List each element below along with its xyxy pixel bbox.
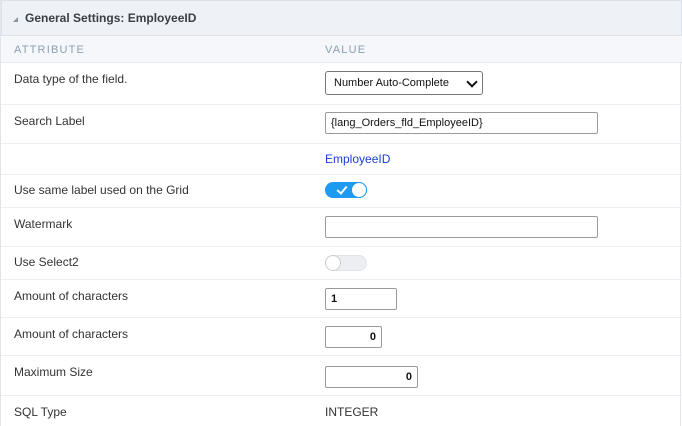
chevron-down-icon (466, 76, 478, 88)
search-label-input[interactable]: {lang_Orders_fld_EmployeeID} (325, 112, 598, 134)
panel-title: General Settings: EmployeeID (25, 11, 197, 25)
select2-toggle[interactable] (325, 255, 367, 271)
field-name-link[interactable]: EmployeeID (325, 152, 390, 166)
row-same-label: Use same label used on the Grid (1, 175, 682, 208)
same-label-label: Use same label used on the Grid (14, 183, 189, 197)
maximum-size-value: 0 (405, 371, 412, 383)
maximum-size-input[interactable]: 0 (325, 366, 418, 388)
amount-characters-input[interactable]: 0 (325, 326, 382, 348)
row-data-type: Data type of the field. Number Auto-Comp… (1, 63, 682, 105)
sql-type-value: INTEGER (325, 405, 379, 419)
row-search-label: Search Label {lang_Orders_fld_EmployeeID… (1, 105, 682, 144)
row-field-link: EmployeeID (1, 144, 682, 175)
amount-characters-label: Amount of characters (14, 327, 129, 341)
amount-characters-input[interactable]: 1 (325, 288, 397, 310)
row-amount-characters-1: Amount of characters 1 (1, 280, 682, 318)
search-label-value: {lang_Orders_fld_EmployeeID} (331, 117, 483, 129)
toggle-knob (351, 182, 367, 198)
select2-label: Use Select2 (14, 255, 79, 269)
amount-characters-label: Amount of characters (14, 289, 129, 303)
amount-characters-value: 0 (369, 331, 376, 343)
attribute-column-header: ATTRIBUTE (14, 44, 86, 56)
column-header: ATTRIBUTE VALUE (1, 36, 682, 63)
toggle-knob (325, 255, 341, 271)
row-amount-characters-2: Amount of characters 0 (1, 318, 682, 356)
data-type-select[interactable]: Number Auto-Complete (325, 71, 483, 95)
data-type-selected: Number Auto-Complete (334, 77, 449, 89)
panel-header[interactable]: General Settings: EmployeeID (1, 0, 682, 36)
search-label-label: Search Label (14, 114, 85, 128)
row-maximum-size: Maximum Size 0 (1, 356, 682, 396)
watermark-input[interactable] (325, 216, 598, 238)
row-watermark: Watermark (1, 208, 682, 247)
sql-type-label: SQL Type (14, 405, 67, 419)
check-icon (336, 183, 348, 195)
same-label-toggle[interactable] (325, 182, 367, 198)
amount-characters-value: 1 (331, 293, 338, 305)
maximum-size-label: Maximum Size (14, 365, 93, 379)
row-select2: Use Select2 (1, 247, 682, 280)
settings-panel: General Settings: EmployeeID ATTRIBUTE V… (0, 0, 682, 426)
watermark-label: Watermark (14, 217, 73, 231)
data-type-label: Data type of the field. (14, 72, 128, 86)
row-sql-type: SQL Type INTEGER (1, 396, 682, 426)
value-column-header: VALUE (325, 44, 367, 56)
collapse-icon[interactable] (13, 16, 18, 22)
